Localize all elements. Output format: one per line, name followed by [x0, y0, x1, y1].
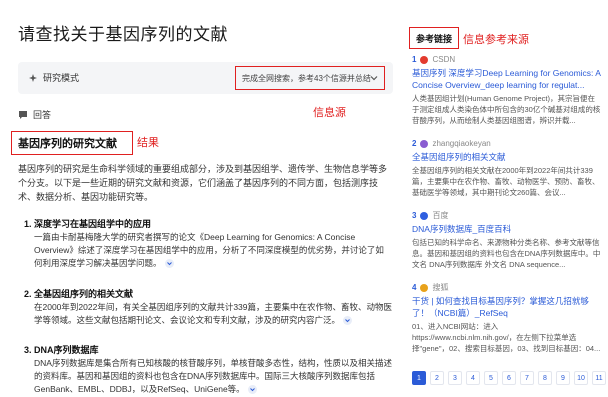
annotation-result: 结果	[137, 137, 159, 149]
reference-item-2[interactable]: 2 zhangqiaokeyan 全基因组序列的相关文献 全基因组序列的相关文献…	[412, 138, 602, 198]
reference-source: 百度	[432, 211, 449, 220]
reference-item-3[interactable]: 3 百度 DNA序列数据库_百度百科 包括已知的科学命名、来源物种分类名称、参考…	[412, 210, 602, 270]
chat-icon	[19, 110, 27, 119]
reference-item-4[interactable]: 4 搜狐 干货 | 如何查找目标基因序列？掌握这几招就够了！（NCBI篇）_Re…	[412, 282, 602, 354]
section-text: 一篇由卡耐基梅隆大学的研究者撰写的论文《Deep Learning for Ge…	[34, 232, 384, 268]
reference-source: zhangqiaokeyan	[432, 139, 491, 148]
annotation-reference-sources: 信息参考来源	[463, 34, 529, 46]
reference-snippet: 全基因组序列的相关文献在2000年到2022年间共计339篇，主要集中在农作物、…	[412, 166, 600, 197]
page-button-10[interactable]: 10	[574, 371, 588, 385]
reference-item-1[interactable]: 1 CSDN 基因序列 深度学习Deep Learning for Genomi…	[412, 54, 602, 126]
answer-section-3: 3. DNA序列数据库 DNA序列数据库是集合所有已知核酸的核苷酸序列，单核苷酸…	[24, 343, 392, 396]
chevron-down-icon	[370, 76, 378, 81]
page-button-7[interactable]: 7	[520, 371, 534, 385]
answer-label: 回答	[33, 110, 52, 120]
main-panel: 请查找关于基因序列的文献 研究模式 完成全网搜索，参考43个信源并总结 信息源 …	[0, 0, 400, 397]
page-button-1[interactable]: 1	[412, 371, 426, 385]
zhangqiaokeyan-logo-icon	[420, 139, 429, 148]
section-title: 1. 深度学习在基因组学中的应用	[24, 219, 152, 229]
page-button-3[interactable]: 3	[448, 371, 462, 385]
section-title: 2. 全基因组序列的相关文献	[24, 289, 134, 299]
search-status-text: 完成全网搜索，参考43个信源并总结	[242, 73, 371, 83]
research-bar: 研究模式 完成全网搜索，参考43个信源并总结	[18, 62, 393, 94]
reference-number: 3	[412, 211, 417, 220]
reference-snippet: 人类基因组计划(Human Genome Project)，其宗旨便在于测定组成…	[412, 94, 601, 125]
page-button-11[interactable]: 11	[592, 371, 606, 385]
expand-button[interactable]	[343, 316, 353, 326]
reference-title-link[interactable]: 全基因组序列的相关文献	[412, 151, 602, 163]
research-mode-label: 研究模式	[43, 73, 80, 83]
section-title: 3. DNA序列数据库	[24, 345, 99, 355]
section-body: 在2000年到2022年间，有关全基因组序列的文献共计339篇，主要集中在农作物…	[24, 301, 392, 327]
page-title: 请查找关于基因序列的文献	[18, 25, 228, 44]
references-sidebar: 参考链接 信息参考来源 1 CSDN 基因序列 深度学习Deep Learnin…	[402, 0, 608, 397]
search-status-dropdown[interactable]: 完成全网搜索，参考43个信源并总结	[235, 66, 385, 90]
research-mode-toggle[interactable]: 研究模式	[28, 71, 79, 84]
result-heading: 基因序列的研究文献	[11, 131, 133, 155]
reference-title-link[interactable]: DNA序列数据库_百度百科	[412, 223, 602, 235]
section-body: 一篇由卡耐基梅隆大学的研究者撰写的论文《Deep Learning for Ge…	[24, 231, 392, 270]
answer-section-1: 1. 深度学习在基因组学中的应用 一篇由卡耐基梅隆大学的研究者撰写的论文《Dee…	[24, 217, 392, 270]
expand-button[interactable]	[164, 259, 174, 269]
chevron-down-icon	[249, 388, 255, 392]
page-button-9[interactable]: 9	[556, 371, 570, 385]
answer-intro: 基因序列的研究是生命科学领域的重要组成部分，涉及到基因组学、遗传学、生物信息学等…	[18, 164, 388, 202]
reference-number: 4	[412, 283, 417, 292]
answer-label-row: 回答	[18, 108, 51, 121]
page-button-5[interactable]: 5	[484, 371, 498, 385]
page-button-6[interactable]: 6	[502, 371, 516, 385]
annotation-sources: 信息源	[313, 107, 346, 119]
section-text: DNA序列数据库是集合所有已知核酸的核苷酸序列，单核苷酸多态性，结构，性质以及相…	[34, 358, 392, 394]
answer-section-2: 2. 全基因组序列的相关文献 在2000年到2022年间，有关全基因组序列的文献…	[24, 287, 392, 327]
pagination: 1 2 3 4 5 6 7 8 9 10 11	[412, 371, 606, 385]
reference-source: 搜狐	[432, 283, 449, 292]
references-label: 参考链接	[409, 27, 459, 49]
section-text: 在2000年到2022年间，有关全基因组序列的文献共计339篇，主要集中在农作物…	[34, 302, 393, 325]
reference-snippet: 包括已知的科学命名、来源物种分类名称、参考文献等信息。基因和基因组的资料也包含在…	[412, 238, 601, 269]
page-button-2[interactable]: 2	[430, 371, 444, 385]
reference-number: 1	[412, 55, 417, 64]
csdn-logo-icon	[420, 55, 429, 64]
reference-title-link[interactable]: 基因序列 深度学习Deep Learning for Genomics: A C…	[412, 67, 602, 91]
reference-source: CSDN	[432, 55, 456, 64]
page-button-4[interactable]: 4	[466, 371, 480, 385]
expand-button[interactable]	[247, 385, 257, 395]
reference-number: 2	[412, 139, 417, 148]
reference-snippet: 01、进入NCBI网站：进入https://www.ncbi.nlm.nih.g…	[412, 322, 601, 353]
chevron-down-icon	[166, 262, 172, 266]
chevron-down-icon	[345, 319, 350, 323]
research-mode-icon	[29, 73, 37, 82]
sohu-logo-icon	[420, 283, 429, 292]
baidu-logo-icon	[420, 211, 429, 220]
page-button-8[interactable]: 8	[538, 371, 552, 385]
reference-title-link[interactable]: 干货 | 如何查找目标基因序列？掌握这几招就够了！（NCBI篇）_RefSeq	[412, 295, 602, 319]
section-body: DNA序列数据库是集合所有已知核酸的核苷酸序列，单核苷酸多态性，结构，性质以及相…	[24, 357, 392, 396]
